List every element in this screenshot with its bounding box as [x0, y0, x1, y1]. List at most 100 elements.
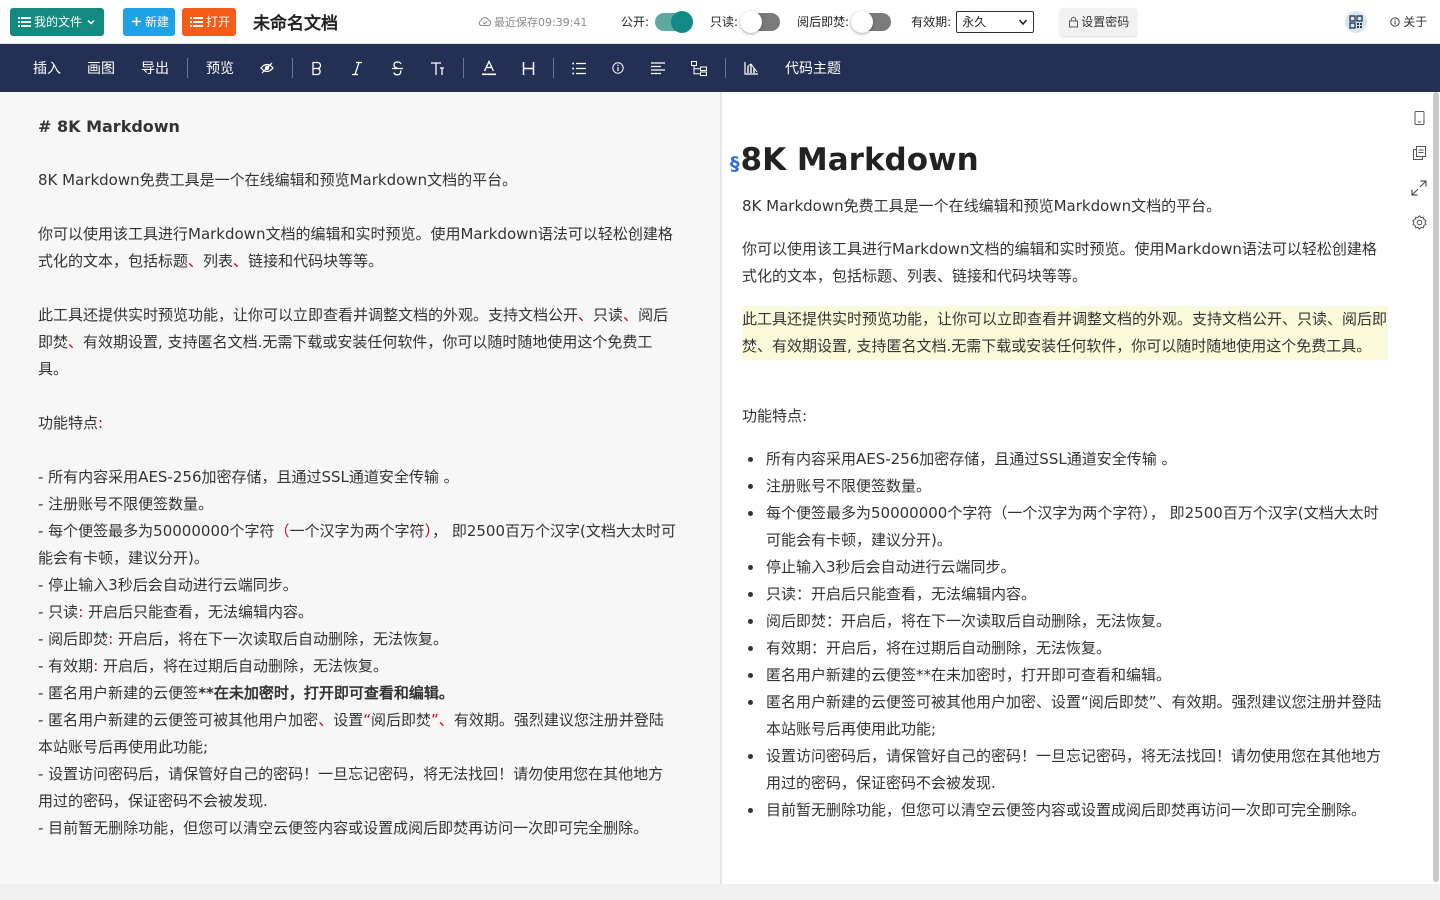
text: 开启后，将在下一次读取后自动删除，无法恢复。 — [113, 630, 449, 648]
toolbar-separator — [187, 58, 188, 78]
list-item: 停止输入3秒后会自动进行云端同步。 — [742, 554, 1388, 581]
about-link[interactable]: 关于 — [1390, 13, 1427, 30]
set-password-label: 设置密码 — [1081, 15, 1130, 29]
font-size-icon — [431, 61, 444, 75]
text: - 有效期 — [38, 657, 94, 675]
toggle-knob — [740, 10, 763, 33]
editor-list-line: - 注册账号不限便签数量。 — [38, 495, 214, 513]
settings-button[interactable] — [1409, 205, 1429, 240]
insert-menu[interactable]: 插入 — [33, 58, 61, 78]
lock-icon — [1069, 16, 1079, 27]
my-files-label: 我的文件 — [34, 15, 83, 29]
font-size-button[interactable] — [430, 61, 445, 76]
draw-menu[interactable]: 画图 — [87, 58, 115, 78]
text: - 匿名用户新建的云便签 — [38, 684, 199, 702]
list-button[interactable] — [572, 62, 586, 75]
punct: : — [98, 414, 104, 432]
align-button[interactable] — [651, 61, 665, 75]
new-button[interactable]: 新建 — [123, 7, 175, 36]
text: 开启后，将在过期后自动删除，无法恢复。 — [98, 657, 389, 675]
qr-code-button[interactable] — [1345, 10, 1368, 33]
font-color-button[interactable] — [482, 60, 496, 76]
strikethrough-button[interactable] — [391, 60, 404, 76]
italic-button[interactable] — [351, 61, 363, 76]
toolbar-separator — [725, 58, 726, 78]
editor-toolbar: 插入 画图 导出 预览 代码主题 — [0, 44, 1440, 92]
text: 链接和代码块等等。 — [248, 252, 384, 270]
chart-button[interactable] — [744, 61, 759, 75]
editor-paragraph-3: 此工具还提供实时预览功能，让你可以立即查看并调整文档的外观。支持文档公开、只读、… — [38, 302, 678, 383]
preview-scrollbar[interactable] — [1433, 92, 1439, 882]
editor-list-line: - 停止输入3秒后会自动进行云端同步。 — [38, 576, 298, 594]
text: 一个汉字为两个字符 — [289, 522, 425, 540]
preview-menu[interactable]: 预览 — [206, 58, 234, 78]
expire-value: 永久 — [962, 15, 987, 29]
qr-code-icon — [1349, 14, 1363, 29]
open-button[interactable]: 打开 — [182, 7, 236, 36]
toggle-preview-button[interactable] — [260, 62, 274, 74]
punct: 、 — [578, 306, 594, 324]
editor-intro-line: 8K Markdown免费工具是一个在线编辑和预览Markdown文档的平台。 — [38, 171, 518, 189]
mobile-icon — [1414, 110, 1424, 125]
text: 列表 — [203, 252, 234, 270]
toolbar-separator — [553, 58, 554, 78]
font-color-icon — [482, 60, 496, 76]
copy-button[interactable] — [1409, 135, 1429, 170]
text: 有效期设置, 支持匿名文档.无需下载或安装任何软件，你可以随时随地使用这个免费工… — [38, 333, 653, 378]
preview-side-tools — [1409, 100, 1429, 240]
bold-icon — [312, 61, 322, 75]
list-icon — [18, 16, 31, 27]
bottom-strip — [0, 884, 1440, 900]
set-password-button[interactable]: 设置密码 — [1060, 7, 1138, 36]
about-label: 关于 — [1403, 15, 1428, 29]
document-title[interactable]: 未命名文档 — [253, 9, 423, 34]
bold-button[interactable] — [311, 61, 323, 76]
public-toggle[interactable] — [655, 10, 694, 33]
punct: 、 — [233, 252, 249, 270]
preview-intro: 8K Markdown免费工具是一个在线编辑和预览Markdown文档的平台。 — [742, 197, 1222, 215]
expire-option: 有效期: 永久 — [911, 10, 1035, 33]
public-label: 公开: — [621, 15, 650, 29]
text: - 每个便签最多为50000000个字符 — [38, 522, 275, 540]
info-icon — [612, 62, 624, 74]
text: 功能特点 — [38, 414, 99, 432]
mobile-view-button[interactable] — [1409, 100, 1429, 135]
code-theme-menu[interactable]: 代码主题 — [785, 58, 841, 78]
info-icon — [1390, 16, 1400, 27]
editor-paragraph-2: 你可以使用该工具进行Markdown文档的编辑和实时预览。使用Markdown语… — [38, 221, 678, 275]
expire-label: 有效期: — [911, 15, 952, 29]
punct: 、 — [438, 711, 454, 729]
burn-after-read-toggle[interactable] — [851, 10, 892, 33]
editor-list-line: - 所有内容采用AES-256加密存储，且通过SSL通道安全传输 。 — [38, 468, 459, 486]
editor-list-line: - 匿名用户新建的云便签**在未加密时，打开即可查看和编辑。 — [38, 680, 678, 707]
expire-select[interactable]: 永久 — [956, 10, 1035, 33]
punct: 、 — [188, 252, 204, 270]
toc-tree-button[interactable] — [691, 60, 707, 76]
cloud-check-icon — [478, 17, 492, 26]
list-item: 目前暂无删除功能，但您可以清空云便签内容或设置成阅后即焚再访问一次即可完全删除。 — [742, 797, 1388, 824]
heading-button[interactable] — [522, 61, 535, 76]
save-status-text: 最近保存09:39:41 — [494, 15, 588, 29]
export-menu[interactable]: 导出 — [141, 58, 169, 78]
readonly-toggle[interactable] — [740, 10, 781, 33]
editor-list-line: - 设置访问密码后，请保管好自己的密码！一旦忘记密码，将无法找回！请勿使用您在其… — [38, 765, 664, 810]
fullscreen-button[interactable] — [1409, 170, 1429, 205]
info-button[interactable] — [612, 62, 624, 74]
list-item: 阅后即焚：开启后，将在下一次读取后自动删除，无法恢复。 — [742, 608, 1388, 635]
text: - 阅后即焚 — [38, 630, 109, 648]
plus-icon — [132, 17, 141, 26]
list-item: 只读：开启后只能查看，无法编辑内容。 — [742, 581, 1388, 608]
toggle-knob — [851, 10, 874, 33]
editor-list-line: - 目前暂无删除功能，但您可以清空云便签内容或设置成阅后即焚再访问一次即可完全删… — [38, 819, 649, 837]
punct: 、 — [623, 306, 639, 324]
list-item: 有效期：开启后，将在过期后自动删除，无法恢复。 — [742, 635, 1388, 662]
editor-list-line: - 有效期: 开启后，将在过期后自动删除，无法恢复。 — [38, 653, 678, 680]
punct: 、 — [318, 711, 334, 729]
my-files-button[interactable]: 我的文件 — [10, 7, 104, 36]
open-list-icon — [190, 16, 203, 27]
heading-anchor[interactable]: § — [730, 153, 740, 175]
copy-icon — [1412, 145, 1426, 160]
editor-features-line: 功能特点: — [38, 410, 678, 437]
heading-icon — [522, 61, 535, 75]
markdown-editor[interactable]: # 8K Markdown 8K Markdown免费工具是一个在线编辑和预览M… — [0, 92, 720, 884]
